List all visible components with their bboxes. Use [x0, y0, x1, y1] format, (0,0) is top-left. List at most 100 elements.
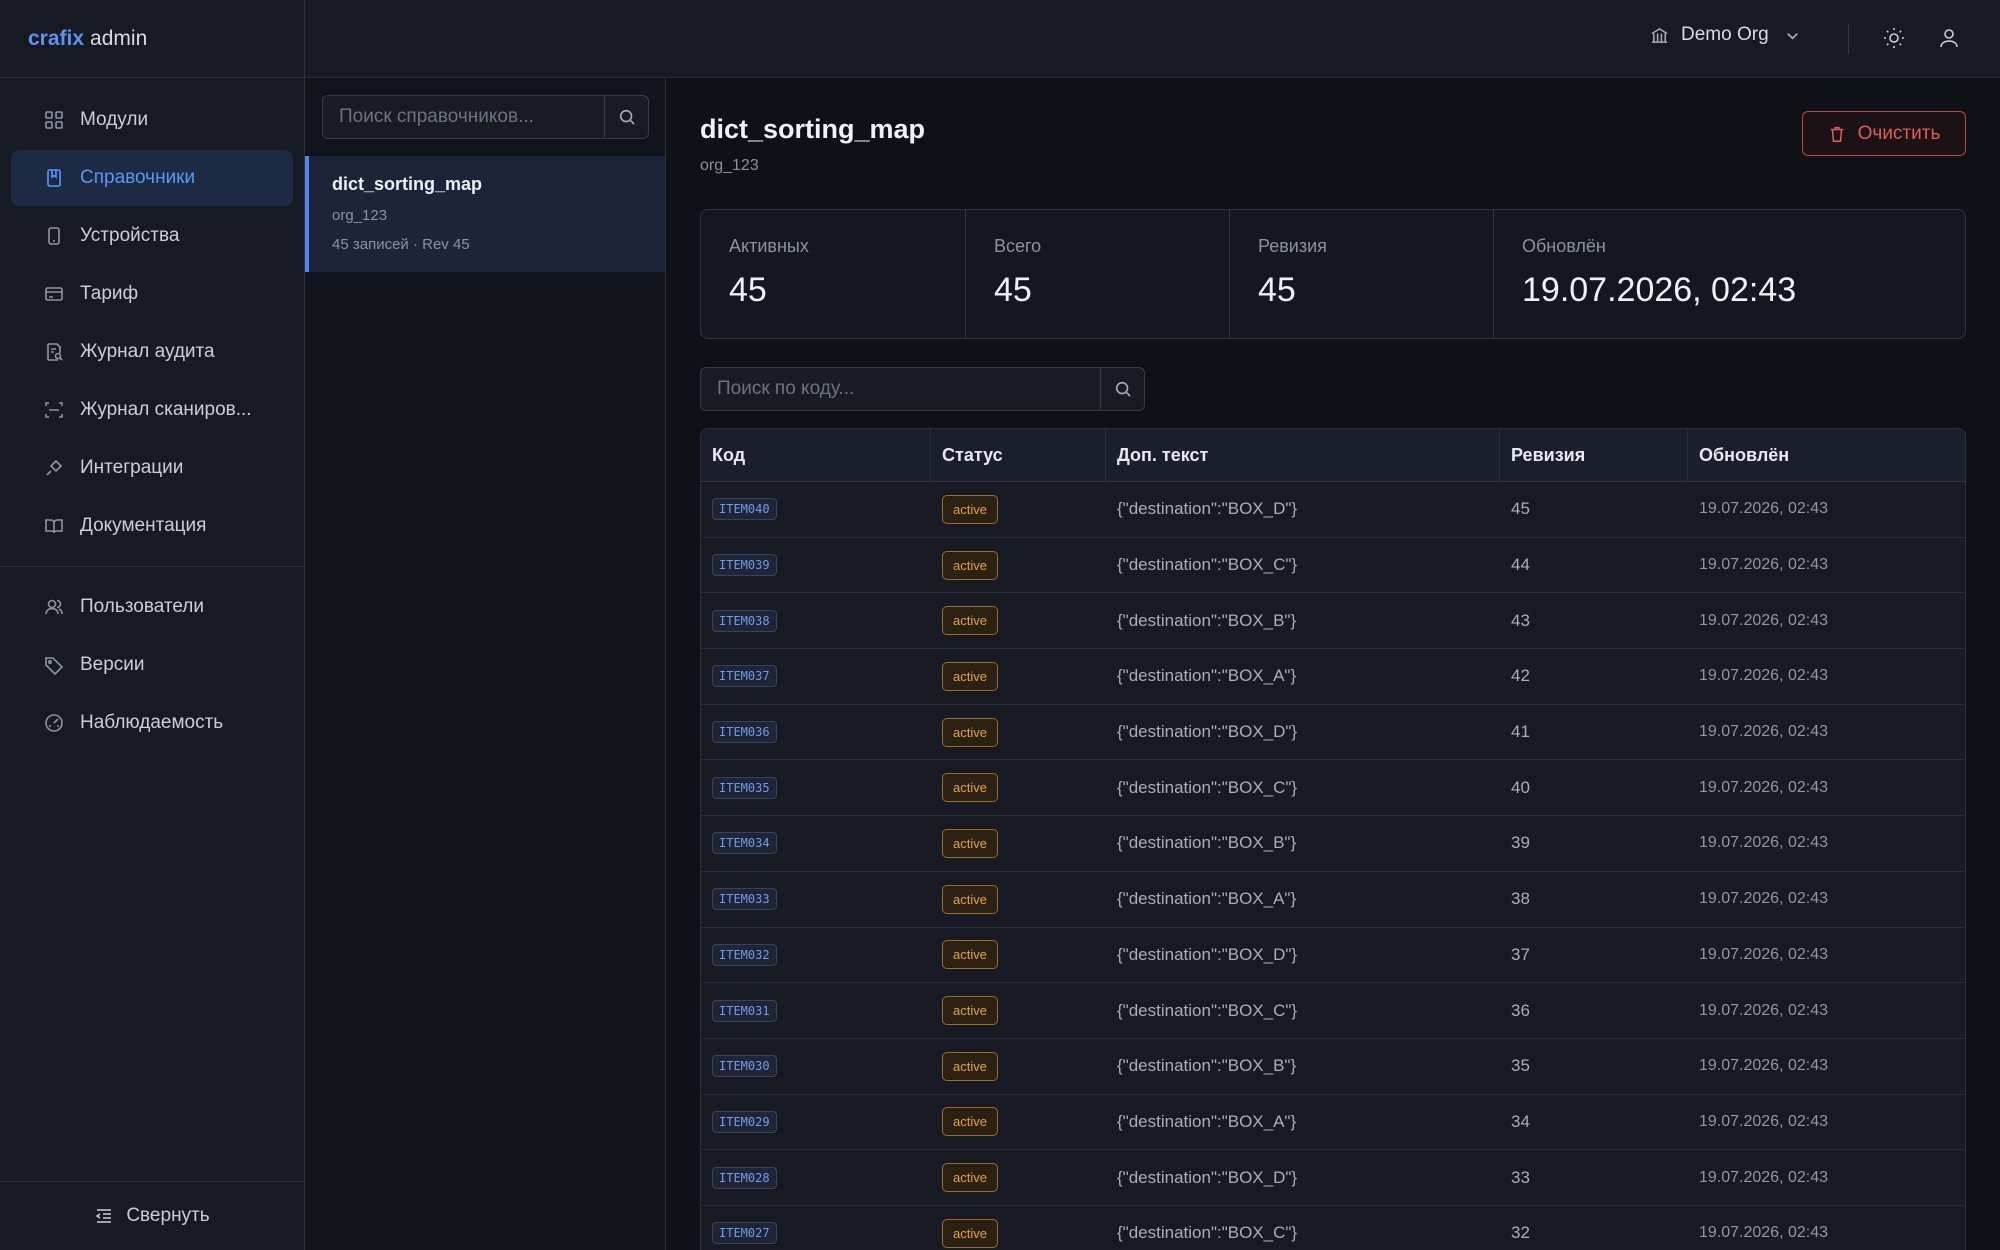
sidebar-item-devices[interactable]: Устройства — [11, 208, 293, 264]
stat-value: 45 — [994, 271, 1032, 309]
dictionary-search-input[interactable] — [323, 96, 604, 138]
stat-value: 19.07.2026, 02:43 — [1522, 271, 1797, 309]
user-menu-button[interactable] — [1937, 26, 1961, 50]
cell-code: ITEM039 — [701, 554, 931, 577]
entries-table: Код Статус Доп. текст Ревизия Обновлён I… — [700, 428, 1966, 1250]
theme-toggle-button[interactable] — [1882, 26, 1906, 50]
sidebar-item-integrations[interactable]: Интеграции — [11, 440, 293, 496]
table-row[interactable]: ITEM031 active {"destination":"BOX_C"} 36 19… — [701, 983, 1965, 1039]
nav-divider — [0, 566, 304, 567]
sidebar-item-label: Версии — [80, 654, 145, 675]
table-row[interactable]: ITEM034 active {"destination":"BOX_B"} 39 19… — [701, 816, 1965, 872]
sidebar-item-audit-log[interactable]: Журнал аудита — [11, 324, 293, 380]
table-row[interactable]: ITEM040 active {"destination":"BOX_D"} 45 19… — [701, 482, 1965, 538]
column-header-extra[interactable]: Доп. текст — [1106, 429, 1500, 481]
dictionary-list-item[interactable]: dict_sorting_map org_123 45 записей · Re… — [305, 156, 665, 272]
cell-status: active — [931, 1163, 1106, 1193]
org-selector[interactable]: Demo Org — [1650, 24, 1802, 46]
sidebar-item-docs[interactable]: Документация — [11, 498, 293, 554]
cell-updated: 19.07.2026, 02:43 — [1699, 1112, 1829, 1130]
table-row[interactable]: ITEM039 active {"destination":"BOX_C"} 44 19… — [701, 538, 1965, 594]
table-row[interactable]: ITEM033 active {"destination":"BOX_A"} 38 19… — [701, 872, 1965, 928]
stat-revision: Ревизия 45 — [1230, 210, 1494, 338]
status-badge: active — [942, 940, 998, 970]
cell-status: active — [931, 550, 1106, 580]
table-row[interactable]: ITEM029 active {"destination":"BOX_A"} 34 19… — [701, 1095, 1965, 1151]
cell-revision: 45 — [1511, 499, 1530, 519]
cell-revision: 40 — [1511, 777, 1530, 797]
dictionary-search-button[interactable] — [604, 96, 648, 138]
table-row[interactable]: ITEM036 active {"destination":"BOX_D"} 41 19… — [701, 705, 1965, 761]
table-row[interactable]: ITEM032 active {"destination":"BOX_D"} 37 19… — [701, 928, 1965, 984]
sidebar-item-scan-log[interactable]: Журнал сканиров... — [11, 382, 293, 438]
code-chip: ITEM030 — [712, 1055, 777, 1078]
stat-total: Всего 45 — [966, 210, 1230, 338]
sidebar-item-label: Интеграции — [80, 457, 184, 478]
cell-extra: {"destination":"BOX_B"} — [1117, 833, 1297, 853]
brand-logo[interactable]: crafix admin — [0, 0, 304, 78]
grid-icon — [44, 110, 80, 130]
code-search-input[interactable] — [701, 368, 1100, 410]
cell-status: active — [931, 1218, 1106, 1248]
status-badge: active — [942, 494, 998, 524]
column-header-updated[interactable]: Обновлён — [1688, 429, 1965, 481]
sidebar-item-tariff[interactable]: Тариф — [11, 266, 293, 322]
collapse-sidebar-button[interactable]: Свернуть — [0, 1181, 304, 1250]
table-row[interactable]: ITEM027 active {"destination":"BOX_C"} 32 19… — [701, 1206, 1965, 1250]
cell-extra: {"destination":"BOX_B"} — [1117, 610, 1297, 630]
table-header: Код Статус Доп. текст Ревизия Обновлён — [701, 429, 1965, 482]
cell-revision: 37 — [1511, 944, 1530, 964]
trash-icon — [1828, 125, 1858, 143]
sidebar-item-dictionaries[interactable]: Справочники — [11, 150, 293, 206]
user-icon — [1937, 26, 1961, 50]
collapse-icon — [94, 1206, 126, 1226]
code-search-button[interactable] — [1100, 368, 1144, 410]
tag-icon — [44, 655, 80, 675]
cell-status: active — [931, 1107, 1106, 1137]
scan-icon — [44, 400, 80, 420]
status-badge: active — [942, 717, 998, 747]
column-header-status[interactable]: Статус — [931, 429, 1106, 481]
table-row[interactable]: ITEM028 active {"destination":"BOX_D"} 33 19… — [701, 1150, 1965, 1206]
cell-updated: 19.07.2026, 02:43 — [1699, 611, 1829, 629]
code-chip: ITEM029 — [712, 1110, 777, 1133]
clear-button[interactable]: Очистить — [1802, 111, 1966, 156]
gauge-icon — [44, 713, 80, 733]
status-badge: active — [942, 773, 998, 803]
cell-extra: {"destination":"BOX_B"} — [1117, 1056, 1297, 1076]
cell-updated: 19.07.2026, 02:43 — [1699, 1057, 1829, 1075]
cell-code: ITEM031 — [701, 999, 931, 1022]
cell-code: ITEM032 — [701, 943, 931, 966]
cell-extra: {"destination":"BOX_D"} — [1117, 944, 1298, 964]
dictionary-meta: 45 записей · Rev 45 — [332, 236, 470, 253]
status-badge: active — [942, 1051, 998, 1081]
users-icon — [44, 597, 80, 617]
sidebar-item-modules[interactable]: Модули — [11, 92, 293, 148]
table-row[interactable]: ITEM030 active {"destination":"BOX_B"} 35 19… — [701, 1039, 1965, 1095]
cell-updated: 19.07.2026, 02:43 — [1699, 1001, 1829, 1019]
sidebar-item-versions[interactable]: Версии — [11, 637, 293, 693]
cell-extra: {"destination":"BOX_C"} — [1117, 777, 1298, 797]
cell-status: active — [931, 494, 1106, 524]
cell-status: active — [931, 661, 1106, 691]
status-badge: active — [942, 1163, 998, 1193]
cell-updated: 19.07.2026, 02:43 — [1699, 723, 1829, 741]
sidebar-item-label: Наблюдаемость — [80, 712, 224, 733]
table-row[interactable]: ITEM037 active {"destination":"BOX_A"} 42 19… — [701, 649, 1965, 705]
column-header-code[interactable]: Код — [701, 429, 931, 481]
sidebar-item-observability[interactable]: Наблюдаемость — [11, 695, 293, 751]
cell-code: ITEM027 — [701, 1222, 931, 1245]
table-row[interactable]: ITEM038 active {"destination":"BOX_B"} 43 19… — [701, 593, 1965, 650]
cell-status: active — [931, 1051, 1106, 1081]
dictionary-search — [322, 95, 649, 139]
dictionary-name: dict_sorting_map — [332, 174, 483, 194]
table-row[interactable]: ITEM035 active {"destination":"BOX_C"} 40 19… — [701, 760, 1965, 817]
sidebar-item-label: Модули — [80, 109, 149, 130]
building-icon — [1650, 26, 1669, 45]
stat-label: Всего — [994, 236, 1042, 256]
stat-active: Активных 45 — [701, 210, 966, 338]
sidebar-item-users[interactable]: Пользователи — [11, 579, 293, 635]
code-chip: ITEM037 — [712, 665, 777, 688]
column-header-revision[interactable]: Ревизия — [1500, 429, 1688, 481]
page-subtitle: org_123 — [700, 157, 759, 174]
